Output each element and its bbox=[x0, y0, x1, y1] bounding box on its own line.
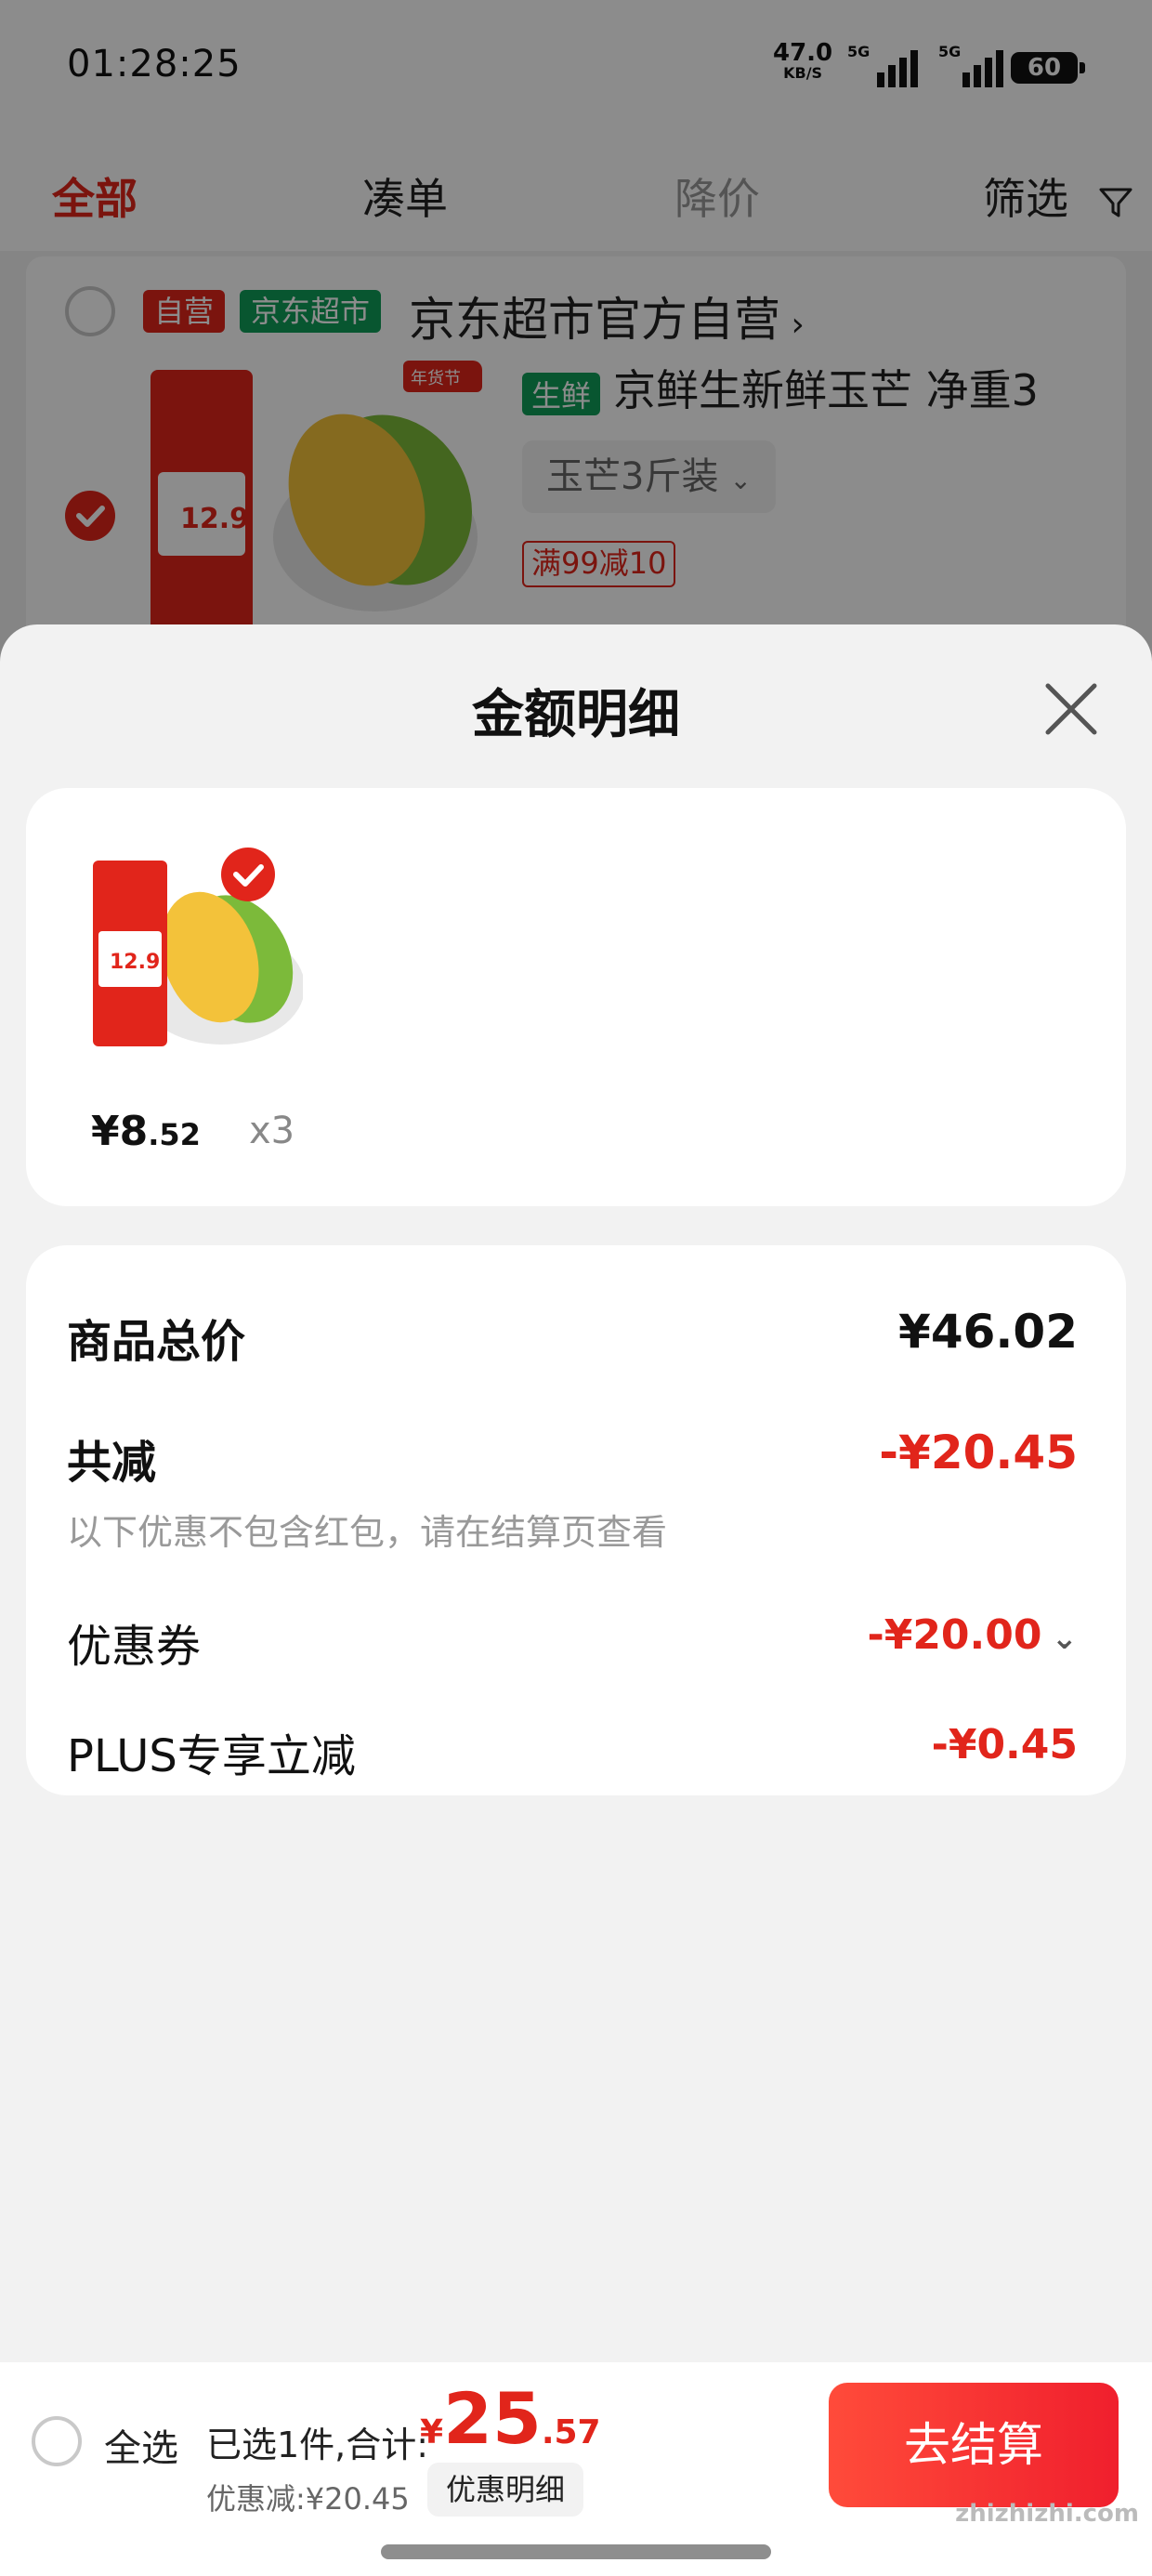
coupon-value-row[interactable]: -¥20.00 ⌄ bbox=[867, 1611, 1078, 1659]
plus-discount-label: PLUS专享立减 bbox=[67, 1730, 356, 1782]
total-off-label: 共减 bbox=[67, 1437, 157, 1489]
item-quantity: x3 bbox=[249, 1110, 295, 1152]
goods-total-label: 商品总价 bbox=[67, 1316, 246, 1368]
coupon-label: 优惠券 bbox=[67, 1621, 202, 1673]
discount-note: 以下优惠不包含红包，请在结算页查看 bbox=[67, 1512, 668, 1553]
checkout-bar: 全选 已选1件,合计: ¥25.57 优惠减:¥20.45 优惠明细 去结算 z… bbox=[0, 2362, 1152, 2576]
total-off-value: -¥20.45 bbox=[879, 1426, 1078, 1479]
thumb-price: 12.9 bbox=[110, 951, 160, 974]
chevron-down-icon: ⌄ bbox=[1051, 1620, 1079, 1657]
close-icon bbox=[1045, 683, 1097, 735]
total-price: ¥25.57 bbox=[420, 2377, 601, 2460]
checkout-button[interactable]: 去结算 bbox=[829, 2383, 1119, 2507]
watermark: zhizhizhi.com bbox=[955, 2500, 1139, 2528]
home-indicator[interactable] bbox=[381, 2544, 771, 2559]
selected-summary: 已选1件,合计: bbox=[206, 2425, 429, 2465]
discount-summary: 优惠减:¥20.45 bbox=[206, 2481, 410, 2517]
item-thumbnail[interactable]: 12.9 bbox=[63, 848, 305, 1066]
select-all-label[interactable]: 全选 bbox=[104, 2418, 178, 2472]
goods-total-value: ¥46.02 bbox=[898, 1305, 1078, 1359]
sheet-title: 金额明细 bbox=[472, 685, 680, 745]
item-price: ¥8.52 bbox=[91, 1108, 201, 1155]
plus-discount-value: -¥0.45 bbox=[931, 1721, 1078, 1768]
amount-detail-sheet: 金额明细 12.9 ¥8.52 x3 商品总价 ¥46.02 共减 -¥20.4… bbox=[0, 624, 1152, 2576]
close-button[interactable] bbox=[1039, 677, 1104, 742]
item-checked-icon bbox=[221, 848, 275, 901]
discount-detail-button[interactable]: 优惠明细 bbox=[427, 2463, 584, 2517]
coupon-value: -¥20.00 bbox=[867, 1611, 1042, 1659]
select-all-radio[interactable] bbox=[32, 2416, 82, 2466]
